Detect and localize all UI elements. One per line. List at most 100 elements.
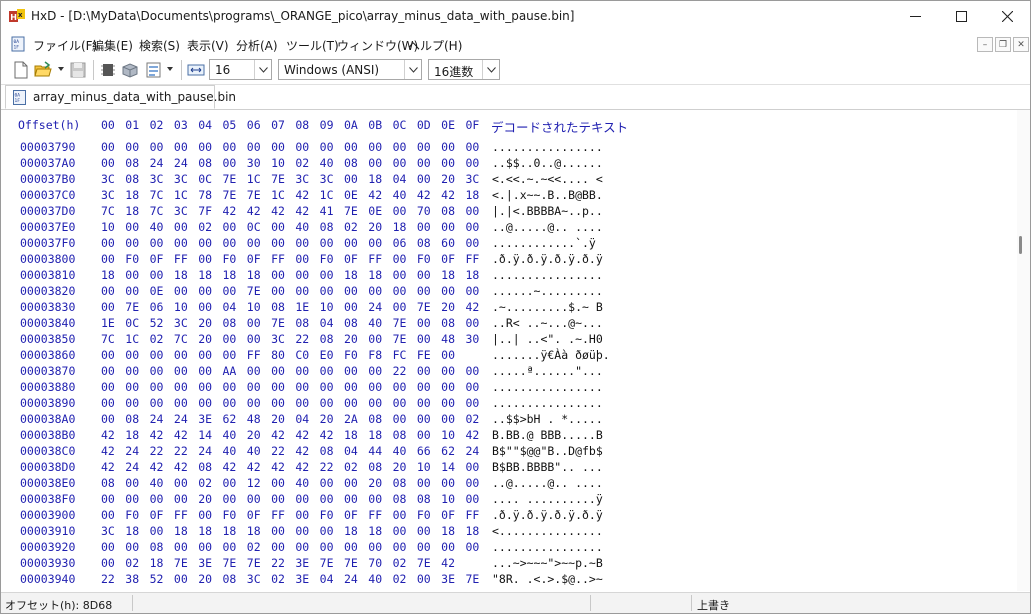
hex-byte[interactable]: 00	[295, 380, 319, 394]
hex-byte[interactable]: 42	[222, 460, 246, 474]
hex-byte[interactable]: 18	[344, 268, 368, 282]
hex-byte[interactable]: 00	[101, 412, 125, 426]
hex-byte[interactable]: 1E	[101, 316, 125, 330]
hex-byte[interactable]: 00	[295, 284, 319, 298]
view-options-icon[interactable]	[145, 61, 163, 79]
hex-byte[interactable]: F0	[417, 252, 441, 266]
hex-byte[interactable]: 00	[125, 268, 149, 282]
hex-byte[interactable]: 12	[247, 476, 271, 490]
hex-byte[interactable]: 00	[393, 268, 417, 282]
hex-byte[interactable]: 00	[101, 156, 125, 170]
hex-byte[interactable]: 24	[344, 572, 368, 586]
hex-byte[interactable]: 00	[368, 364, 392, 378]
hex-byte[interactable]: 20	[441, 172, 465, 186]
hex-byte[interactable]: 02	[150, 332, 174, 346]
hex-byte[interactable]: 00	[198, 236, 222, 250]
hex-byte[interactable]: 00	[320, 396, 344, 410]
hex-byte[interactable]: 00	[125, 492, 149, 506]
row-decoded-text[interactable]: ..R< ..~...@~...	[492, 316, 603, 330]
hex-byte[interactable]: 02	[198, 220, 222, 234]
hex-byte[interactable]: 02	[247, 540, 271, 554]
hex-byte[interactable]: 00	[222, 332, 246, 346]
hex-byte[interactable]: 00	[393, 380, 417, 394]
hex-byte[interactable]: 0F	[247, 508, 271, 522]
hex-byte[interactable]: 00	[344, 364, 368, 378]
hex-byte[interactable]: 00	[344, 300, 368, 314]
hex-byte[interactable]: 00	[198, 284, 222, 298]
hex-byte[interactable]: 00	[417, 380, 441, 394]
hex-byte[interactable]: 00	[222, 540, 246, 554]
row-decoded-text[interactable]: ..$$..0..@......	[492, 156, 603, 170]
row-decoded-text[interactable]: ................	[492, 540, 603, 554]
hex-byte[interactable]: 00	[271, 396, 295, 410]
hex-byte[interactable]: 00	[271, 220, 295, 234]
hex-byte[interactable]: 7E	[271, 172, 295, 186]
hex-byte[interactable]: 18	[125, 188, 149, 202]
hex-byte[interactable]: 7C	[150, 188, 174, 202]
hex-editor-view[interactable]: Offset(h) 00 01 02 03 04 05 06 07 08 09 0A 0B 0C 0D 0E…	[1, 110, 1017, 591]
hex-byte[interactable]: 42	[417, 188, 441, 202]
hex-byte[interactable]: 04	[222, 300, 246, 314]
hex-byte[interactable]: 10	[441, 428, 465, 442]
hex-byte[interactable]: 00	[368, 540, 392, 554]
hex-byte[interactable]: 00	[101, 396, 125, 410]
hex-byte[interactable]: 42	[247, 460, 271, 474]
hex-byte[interactable]: 00	[295, 252, 319, 266]
hex-byte[interactable]: 40	[222, 444, 246, 458]
hex-byte[interactable]: 40	[222, 428, 246, 442]
hex-byte[interactable]: 04	[295, 412, 319, 426]
hex-byte[interactable]: 66	[417, 444, 441, 458]
hex-byte[interactable]: 00	[368, 236, 392, 250]
menu-help[interactable]: ヘルプ(H)	[408, 37, 462, 54]
hex-byte[interactable]: 42	[295, 204, 319, 218]
hex-byte[interactable]: 00	[295, 492, 319, 506]
hex-byte[interactable]: 40	[150, 220, 174, 234]
hex-byte[interactable]: 00	[174, 140, 198, 154]
hex-byte[interactable]: 7E	[247, 556, 271, 570]
hex-byte[interactable]: 08	[198, 460, 222, 474]
hex-byte[interactable]: 00	[368, 396, 392, 410]
hex-byte[interactable]: 42	[101, 444, 125, 458]
hex-byte[interactable]: 00	[247, 316, 271, 330]
hex-byte[interactable]: 08	[101, 476, 125, 490]
hex-byte[interactable]: 00	[247, 140, 271, 154]
hex-byte[interactable]: 00	[198, 508, 222, 522]
hex-byte[interactable]: 1C	[174, 188, 198, 202]
hex-byte[interactable]: 60	[441, 236, 465, 250]
hex-byte[interactable]: 0E	[344, 188, 368, 202]
hex-byte[interactable]: 18	[393, 220, 417, 234]
hex-byte[interactable]: 18	[441, 524, 465, 538]
vertical-scrollbar[interactable]	[1017, 110, 1030, 591]
hex-byte[interactable]: 3C	[247, 572, 271, 586]
hex-byte[interactable]: 00	[125, 540, 149, 554]
hex-byte[interactable]: 00	[125, 364, 149, 378]
hex-byte[interactable]: 00	[198, 252, 222, 266]
hex-byte[interactable]: 00	[198, 540, 222, 554]
hex-byte[interactable]: 42	[465, 300, 489, 314]
row-decoded-text[interactable]: B$BB.BBBB".. ...	[492, 460, 603, 474]
hex-byte[interactable]: 00	[174, 236, 198, 250]
hex-byte[interactable]: 02	[198, 476, 222, 490]
hex-byte[interactable]: 0F	[150, 508, 174, 522]
hex-byte[interactable]: 3E	[295, 572, 319, 586]
hex-byte[interactable]: 10	[271, 156, 295, 170]
row-decoded-text[interactable]: ................	[492, 396, 603, 410]
hex-byte[interactable]: 3C	[101, 172, 125, 186]
hex-byte[interactable]: 00	[295, 508, 319, 522]
hex-byte[interactable]: 00	[150, 492, 174, 506]
ram-chip-icon[interactable]	[99, 61, 117, 79]
hex-byte[interactable]: 00	[101, 364, 125, 378]
hex-byte[interactable]: 00	[247, 380, 271, 394]
hex-byte[interactable]: 00	[465, 204, 489, 218]
hex-byte[interactable]: 3C	[271, 332, 295, 346]
hex-byte[interactable]: 42	[271, 428, 295, 442]
hex-byte[interactable]: 00	[150, 140, 174, 154]
hex-byte[interactable]: 42	[295, 460, 319, 474]
hex-byte[interactable]: 08	[441, 204, 465, 218]
hex-byte[interactable]: 02	[393, 572, 417, 586]
hex-byte[interactable]: 18	[198, 268, 222, 282]
hex-byte[interactable]: 00	[247, 332, 271, 346]
hex-byte[interactable]: 00	[174, 540, 198, 554]
hex-byte[interactable]: 00	[150, 364, 174, 378]
hex-byte[interactable]: 00	[344, 540, 368, 554]
